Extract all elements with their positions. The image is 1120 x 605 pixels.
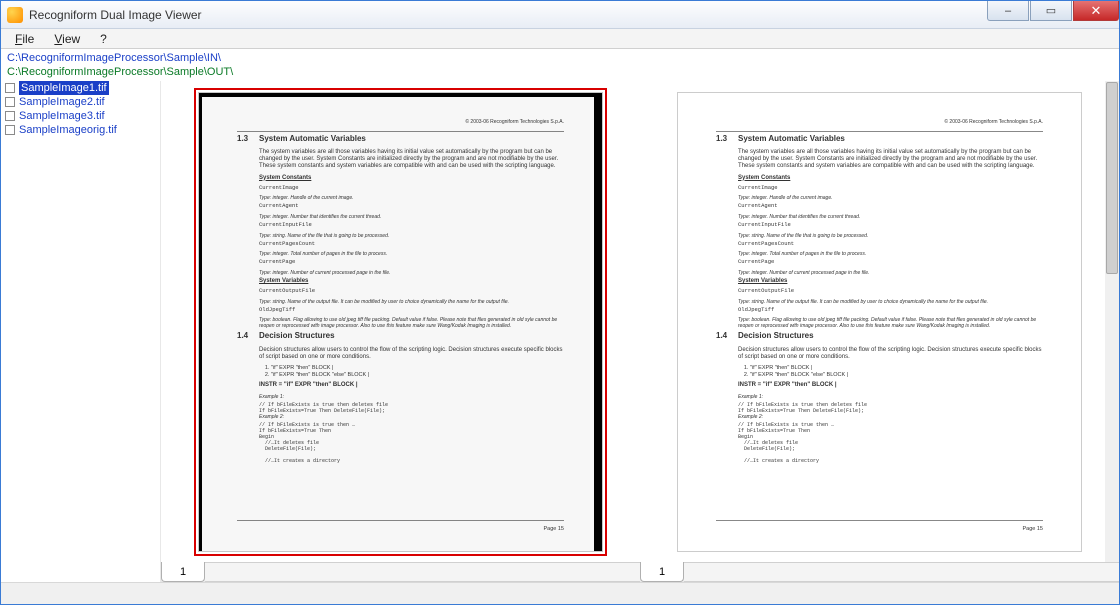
list-item[interactable]: SampleImage2.tif <box>1 95 160 109</box>
paragraph: The system variables are all those varia… <box>259 149 564 171</box>
output-image-pane: © 2003-06 Recogniform Technologies S.p.A… <box>640 81 1119 582</box>
checkbox-icon[interactable] <box>5 97 15 107</box>
page-tab[interactable]: 1 <box>161 562 205 582</box>
checkbox-icon[interactable] <box>5 111 15 121</box>
window-controls: – ▭ ✕ <box>986 1 1119 21</box>
page-tab[interactable]: 1 <box>640 562 684 582</box>
sub-heading: System Constants <box>259 175 564 182</box>
path-panel: C:\RecogniformImageProcessor\Sample\IN\ … <box>1 49 1119 81</box>
document-page: © 2003-06 Recogniform Technologies S.p.A… <box>198 92 603 552</box>
menu-help[interactable]: ? <box>92 30 115 48</box>
document-page: © 2003-06 Recogniform Technologies S.p.A… <box>677 92 1082 552</box>
doc-copyright: © 2003-06 Recogniform Technologies S.p.A… <box>944 119 1043 125</box>
menu-view[interactable]: View <box>46 30 88 48</box>
file-name: SampleImage1.tif <box>19 81 109 95</box>
sub-heading: System Variables <box>738 278 1043 285</box>
file-list[interactable]: SampleImage1.tif SampleImage2.tif Sample… <box>1 81 161 582</box>
input-image-pane: © 2003-06 Recogniform Technologies S.p.A… <box>161 81 640 582</box>
page-number: Page 15 <box>544 526 565 533</box>
file-name: SampleImage2.tif <box>19 95 105 109</box>
paragraph: Decision structures allow users to contr… <box>259 347 564 361</box>
checkbox-icon[interactable] <box>5 125 15 135</box>
maximize-button[interactable]: ▭ <box>1030 1 1072 21</box>
menu-file[interactable]: File <box>7 30 42 48</box>
doc-copyright: © 2003-06 Recogniform Technologies S.p.A… <box>465 119 564 125</box>
page-tabs: 1 <box>161 562 640 582</box>
file-name: SampleImage3.tif <box>19 109 105 123</box>
selection-frame: © 2003-06 Recogniform Technologies S.p.A… <box>194 88 607 556</box>
menubar: File View ? <box>1 29 1119 49</box>
image-viewport[interactable]: © 2003-06 Recogniform Technologies S.p.A… <box>640 81 1119 562</box>
vertical-scrollbar[interactable] <box>1105 81 1119 562</box>
sub-heading: System Variables <box>259 278 564 285</box>
minimize-button[interactable]: – <box>987 1 1029 21</box>
input-path: C:\RecogniformImageProcessor\Sample\IN\ <box>7 51 1113 65</box>
list-item[interactable]: SampleImage3.tif <box>1 109 160 123</box>
file-name: SampleImageorig.tif <box>19 123 117 137</box>
paragraph: The system variables are all those varia… <box>738 149 1043 171</box>
paragraph: Decision structures allow users to contr… <box>738 347 1043 361</box>
section-heading: 1.3System Automatic Variables <box>716 134 1043 144</box>
image-viewport[interactable]: © 2003-06 Recogniform Technologies S.p.A… <box>161 81 640 562</box>
window-title: Recogniform Dual Image Viewer <box>29 8 202 22</box>
page-tabs: 1 <box>640 562 1119 582</box>
section-heading: 1.4Decision Structures <box>237 331 564 341</box>
sub-heading: System Constants <box>738 175 1043 182</box>
output-path: C:\RecogniformImageProcessor\Sample\OUT\ <box>7 65 1113 79</box>
close-button[interactable]: ✕ <box>1073 1 1119 21</box>
app-icon <box>7 7 23 23</box>
section-heading: 1.4Decision Structures <box>716 331 1043 341</box>
checkbox-icon[interactable] <box>5 83 15 93</box>
list-item[interactable]: SampleImage1.tif <box>1 81 160 95</box>
page-number: Page 15 <box>1023 526 1044 533</box>
scroll-thumb[interactable] <box>1106 82 1118 274</box>
statusbar <box>1 582 1119 604</box>
titlebar: Recogniform Dual Image Viewer – ▭ ✕ <box>1 1 1119 29</box>
list-item[interactable]: SampleImageorig.tif <box>1 123 160 137</box>
section-heading: 1.3System Automatic Variables <box>237 134 564 144</box>
